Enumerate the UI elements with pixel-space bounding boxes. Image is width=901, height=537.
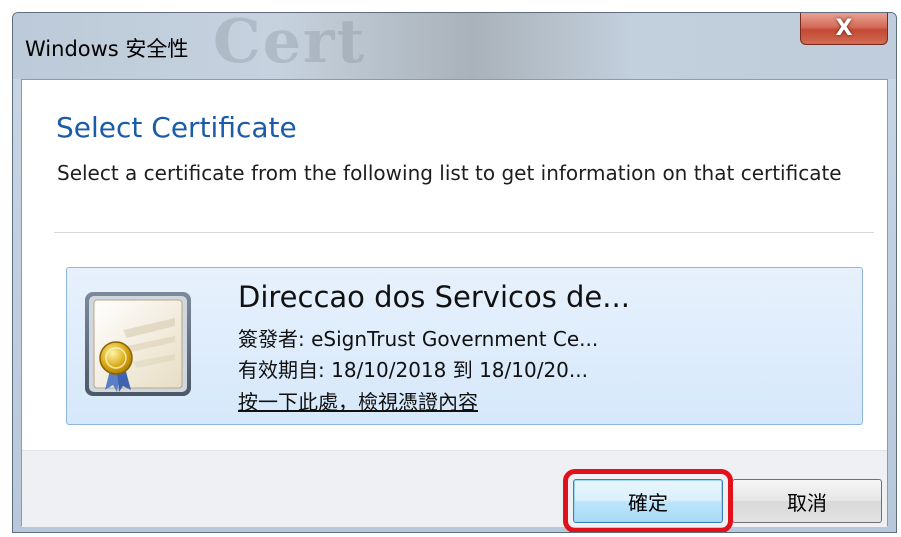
dialog-content: Select Certificate Select a certificate … xyxy=(21,79,888,532)
certificate-issuer: 簽發者: eSignTrust Government Ce... xyxy=(238,327,599,351)
window-title: Windows 安全性 xyxy=(25,37,189,61)
dialog-description: Select a certificate from the following … xyxy=(57,161,842,185)
certificate-name: Direccao dos Servicos de... xyxy=(238,280,630,314)
ok-button[interactable]: 確定 xyxy=(573,479,723,523)
certificate-tile[interactable]: Direccao dos Servicos de... 簽發者: eSignTr… xyxy=(66,267,863,425)
dialog-heading: Select Certificate xyxy=(56,111,297,144)
button-footer: 確定 取消 xyxy=(22,450,887,532)
security-dialog-window: Cert Windows 安全性 X Select Certificate Se… xyxy=(12,12,897,533)
view-certificate-link[interactable]: 按一下此處，檢視憑證內容 xyxy=(238,386,478,415)
divider xyxy=(54,232,874,233)
title-watermark: Cert xyxy=(213,12,367,77)
certificate-validity: 有效期自: 18/10/2018 到 18/10/20... xyxy=(238,358,588,382)
certificate-icon xyxy=(85,292,191,396)
cancel-button[interactable]: 取消 xyxy=(732,479,882,523)
title-bar[interactable]: Cert Windows 安全性 X xyxy=(13,13,896,79)
close-icon: X xyxy=(835,16,853,41)
close-button[interactable]: X xyxy=(800,13,888,45)
